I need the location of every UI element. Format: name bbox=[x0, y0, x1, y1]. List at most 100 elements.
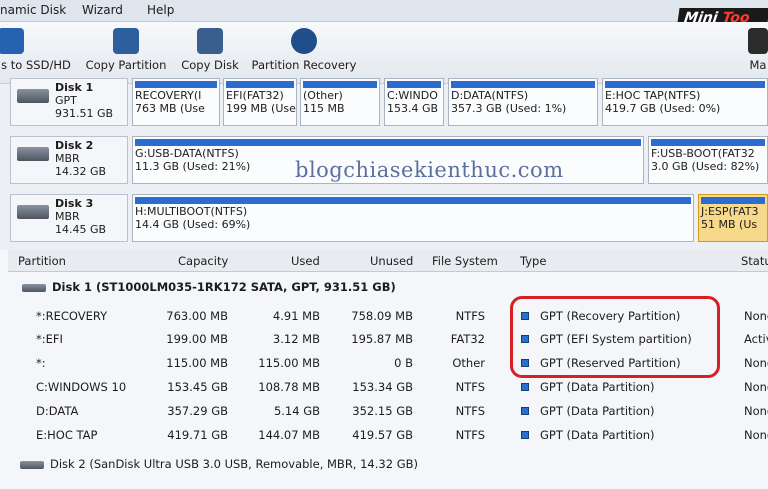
usage-bar bbox=[605, 81, 765, 88]
partition-size: 199 MB (Use bbox=[226, 102, 296, 115]
disk-label[interactable]: Disk 2 MBR 14.32 GB bbox=[10, 136, 128, 184]
partition-name: G:USB-DATA(NTFS) bbox=[135, 147, 239, 160]
cell-type: GPT (Data Partition) bbox=[521, 380, 655, 394]
partition-block[interactable]: EFI(FAT32) 199 MB (Use bbox=[223, 78, 297, 126]
disk-row-1[interactable]: Disk 1 GPT 931.51 GB RECOVERY(I 763 MB (U… bbox=[10, 78, 768, 126]
copy-partition-button[interactable]: Copy Partition bbox=[82, 28, 170, 72]
disk-size: 14.45 GB bbox=[55, 223, 107, 236]
header-unused[interactable]: Unused bbox=[370, 254, 413, 268]
partition-block[interactable]: F:USB-BOOT(FAT32 3.0 GB (Used: 82%) bbox=[648, 136, 768, 184]
header-status[interactable]: Statu bbox=[741, 254, 768, 268]
disk-row-3[interactable]: Disk 3 MBR 14.45 GB H:MULTIBOOT(NTFS) 14.… bbox=[10, 194, 768, 242]
usage-bar bbox=[226, 81, 294, 88]
highlight-annotation bbox=[510, 296, 720, 378]
usage-bar bbox=[135, 197, 691, 204]
partition-name: EFI(FAT32) bbox=[226, 89, 284, 102]
cell-status: None bbox=[744, 428, 768, 442]
header-file-system[interactable]: File System bbox=[432, 254, 498, 268]
partition-recovery-icon bbox=[291, 28, 317, 54]
cell-used: 3.12 MB bbox=[272, 332, 320, 346]
manual-icon bbox=[748, 28, 768, 54]
disk-type: GPT bbox=[55, 94, 77, 107]
usage-bar bbox=[135, 81, 217, 88]
cell-partition: C:WINDOWS 10 bbox=[36, 380, 127, 394]
disk-label[interactable]: Disk 3 MBR 14.45 GB bbox=[10, 194, 128, 242]
tool-label: Copy Disk bbox=[181, 58, 239, 72]
table-row[interactable]: D:DATA 357.29 GB 5.14 GB 352.15 GB NTFS GPT (… bbox=[8, 400, 768, 422]
disk-size: 931.51 GB bbox=[55, 107, 114, 120]
cell-unused: 352.15 GB bbox=[352, 404, 413, 418]
cell-type: GPT (Data Partition) bbox=[521, 404, 655, 418]
partition-size: 51 MB (Us bbox=[701, 218, 758, 231]
cell-fs: FAT32 bbox=[450, 332, 485, 346]
disk-group-2[interactable]: Disk 2 (SanDisk Ultra USB 3.0 USB, Remov… bbox=[20, 457, 418, 471]
partition-type-icon bbox=[521, 407, 529, 415]
cell-status: None bbox=[744, 356, 768, 370]
disk-size: 14.32 GB bbox=[55, 165, 107, 178]
manual-button[interactable]: Ma bbox=[748, 28, 768, 72]
copy-disk-button[interactable]: Copy Disk bbox=[180, 28, 240, 72]
tool-label: s to SSD/HD bbox=[1, 58, 71, 72]
cell-unused: 419.57 GB bbox=[352, 428, 413, 442]
cell-unused: 153.34 GB bbox=[352, 380, 413, 394]
cell-capacity: 115.00 MB bbox=[166, 356, 228, 370]
cell-fs: NTFS bbox=[455, 309, 485, 323]
menu-bar: namic Disk Wizard Help bbox=[0, 0, 768, 22]
partition-block-selected[interactable]: J:ESP(FAT3 51 MB (Us bbox=[698, 194, 768, 242]
cell-capacity: 419.71 GB bbox=[167, 428, 228, 442]
cell-fs: NTFS bbox=[455, 428, 485, 442]
table-row[interactable]: C:WINDOWS 10 153.45 GB 108.78 MB 153.34 GB N… bbox=[8, 376, 768, 398]
hard-disk-icon bbox=[22, 283, 46, 292]
partition-block[interactable]: D:DATA(NTFS) 357.3 GB (Used: 1%) bbox=[448, 78, 598, 126]
partition-name: E:HOC TAP(NTFS) bbox=[605, 89, 701, 102]
partition-block[interactable]: C:WINDO 153.4 GB bbox=[384, 78, 444, 126]
disk-name: Disk 1 bbox=[55, 81, 94, 94]
partition-type-icon bbox=[521, 383, 529, 391]
table-row[interactable]: E:HOC TAP 419.71 GB 144.07 MB 419.57 GB NTFS… bbox=[8, 424, 768, 446]
cell-capacity: 357.29 GB bbox=[167, 404, 228, 418]
menu-wizard[interactable]: Wizard bbox=[82, 3, 123, 17]
cell-partition: D:DATA bbox=[36, 404, 79, 418]
partition-name: D:DATA(NTFS) bbox=[451, 89, 529, 102]
partition-size: 14.4 GB (Used: 69%) bbox=[135, 218, 251, 231]
partition-type-icon bbox=[521, 431, 529, 439]
migrate-os-button[interactable]: s to SSD/HD bbox=[0, 28, 74, 72]
copy-disk-icon bbox=[197, 28, 223, 54]
disk-group-1[interactable]: Disk 1 (ST1000LM035-1RK172 SATA, GPT, 93… bbox=[22, 280, 396, 294]
cell-capacity: 153.45 GB bbox=[167, 380, 228, 394]
partition-type-label: GPT (Data Partition) bbox=[540, 380, 655, 394]
menu-help[interactable]: Help bbox=[147, 3, 174, 17]
cell-fs: Other bbox=[452, 356, 485, 370]
disk-label[interactable]: Disk 1 GPT 931.51 GB bbox=[10, 78, 128, 126]
cell-fs: NTFS bbox=[455, 404, 485, 418]
partition-name: (Other) bbox=[303, 89, 343, 102]
usb-disk-icon bbox=[17, 147, 49, 161]
usage-bar bbox=[701, 197, 765, 204]
header-used[interactable]: Used bbox=[291, 254, 320, 268]
partition-recovery-button[interactable]: Partition Recovery bbox=[250, 28, 358, 72]
partition-block[interactable]: RECOVERY(I 763 MB (Use bbox=[132, 78, 220, 126]
cell-used: 5.14 GB bbox=[273, 404, 320, 418]
tool-label: Copy Partition bbox=[85, 58, 167, 72]
partition-size: 153.4 GB bbox=[387, 102, 439, 115]
header-capacity[interactable]: Capacity bbox=[178, 254, 228, 268]
cell-type: GPT (Data Partition) bbox=[521, 428, 655, 442]
cell-partition: E:HOC TAP bbox=[36, 428, 98, 442]
disk-group-label: Disk 1 (ST1000LM035-1RK172 SATA, GPT, 93… bbox=[52, 280, 396, 294]
partition-block[interactable]: (Other) 115 MB bbox=[300, 78, 380, 126]
partition-block[interactable]: E:HOC TAP(NTFS) 419.7 GB (Used: 0%) bbox=[602, 78, 768, 126]
cell-partition: *: bbox=[36, 356, 46, 370]
header-partition[interactable]: Partition bbox=[18, 254, 66, 268]
usb-disk-icon bbox=[17, 205, 49, 219]
cell-unused: 195.87 MB bbox=[351, 332, 413, 346]
cell-used: 144.07 MB bbox=[258, 428, 320, 442]
tool-label: Ma bbox=[749, 58, 767, 72]
cell-status: None bbox=[744, 404, 768, 418]
disk-name: Disk 3 bbox=[55, 197, 94, 210]
menu-dynamic-disk[interactable]: namic Disk bbox=[0, 3, 66, 17]
partition-block[interactable]: H:MULTIBOOT(NTFS) 14.4 GB (Used: 69%) bbox=[132, 194, 694, 242]
header-type[interactable]: Type bbox=[520, 254, 546, 268]
partition-size: 3.0 GB (Used: 82%) bbox=[651, 160, 760, 173]
watermark: blogchiasekienthuc.com bbox=[295, 158, 564, 182]
partition-size: 11.3 GB (Used: 21%) bbox=[135, 160, 251, 173]
